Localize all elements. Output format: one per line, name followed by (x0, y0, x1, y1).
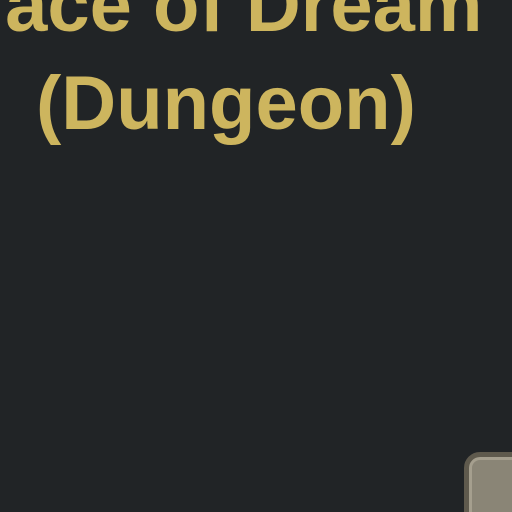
location-title-line-1: lace of Dream (0, 0, 483, 48)
corner-menu-button[interactable] (464, 452, 512, 512)
game-screen: lace of Dream (Dungeon) (0, 0, 512, 512)
location-title-line-2: (Dungeon) (36, 61, 416, 146)
